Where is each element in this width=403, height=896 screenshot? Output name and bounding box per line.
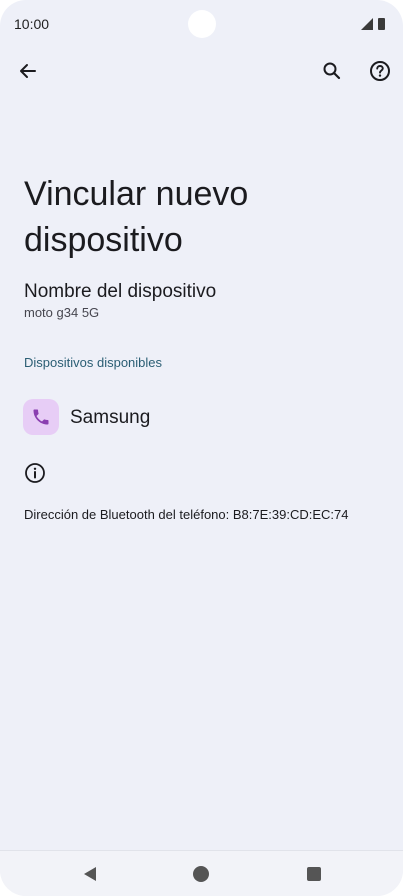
phone-icon: [33, 409, 49, 425]
app-bar: [0, 48, 403, 94]
phone-screen: 10:00 Vincular nuevo dispositivo Nombre …: [0, 0, 403, 896]
info-icon: [25, 463, 45, 483]
device-name-label: Nombre del dispositivo: [24, 281, 217, 302]
status-icons: [361, 18, 385, 30]
device-name-setting[interactable]: Nombre del dispositivo moto g34 5G: [24, 280, 384, 322]
nav-home-button[interactable]: [191, 864, 211, 884]
nav-recents-icon: [307, 867, 321, 881]
status-bar: 10:00: [0, 0, 403, 48]
nav-back-button[interactable]: [80, 864, 100, 884]
help-icon: [370, 61, 390, 81]
page-title: Vincular nuevo dispositivo: [24, 174, 249, 259]
nav-home-icon: [193, 866, 209, 882]
device-icon-container: [23, 399, 59, 435]
battery-icon: [378, 18, 385, 30]
device-list-item[interactable]: Samsung: [0, 394, 403, 442]
camera-notch: [188, 10, 216, 38]
bluetooth-address-text: Dirección de Bluetooth del teléfono: B8:…: [24, 507, 349, 522]
navigation-bar: [0, 850, 403, 896]
search-icon: [323, 62, 341, 80]
help-button[interactable]: [366, 57, 394, 85]
back-button[interactable]: [14, 57, 42, 85]
nav-recents-button[interactable]: [304, 864, 324, 884]
device-name-value: moto g34 5G: [24, 305, 100, 320]
back-arrow-icon: [20, 64, 36, 78]
nav-back-icon: [84, 867, 96, 881]
available-devices-header: Dispositivos disponibles: [24, 355, 163, 370]
search-button[interactable]: [318, 57, 346, 85]
signal-icon: [361, 18, 373, 30]
device-label: Samsung: [70, 407, 151, 428]
status-time: 10:00: [14, 16, 50, 32]
